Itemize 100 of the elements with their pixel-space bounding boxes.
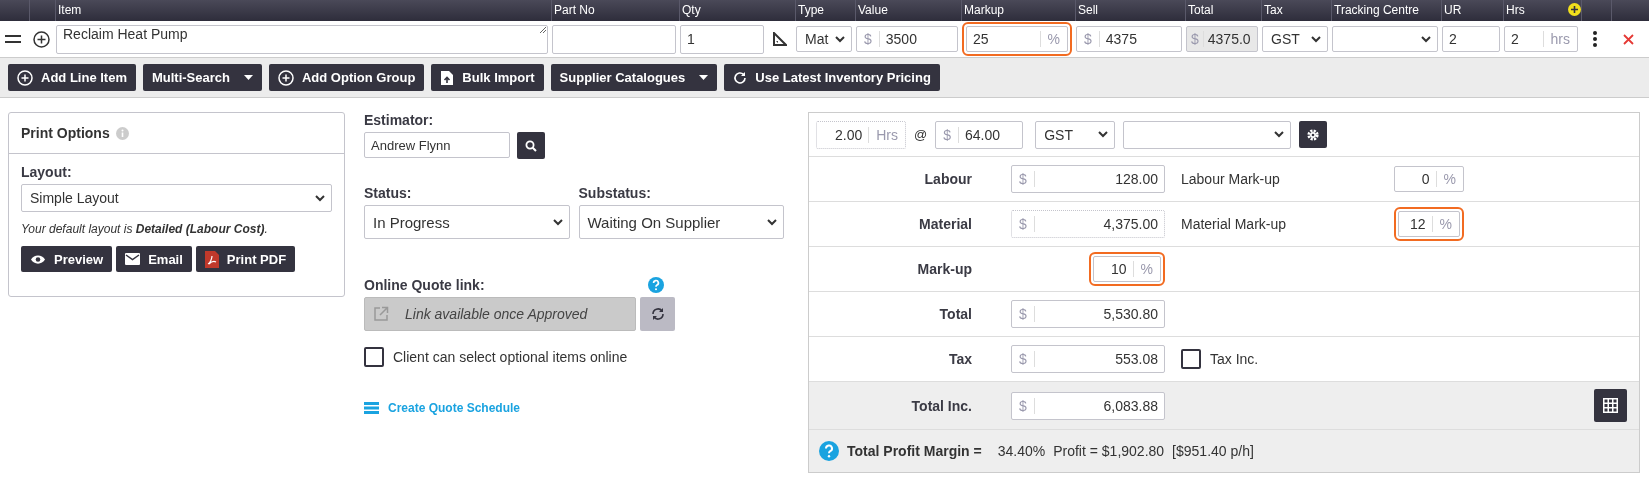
chevron-down-icon [1421,35,1431,43]
field-label: Status: [364,185,413,201]
column-header: Value [858,3,888,17]
chevron-down-icon [1098,131,1109,138]
print-action-button[interactable]: Preview [21,246,113,272]
column-header: Tracking Centre [1334,3,1419,17]
toolbar-button[interactable]: Add Option Group [268,64,425,91]
close-icon[interactable] [1623,33,1634,45]
search-button[interactable] [517,132,545,159]
input-field[interactable]: 0 % [1394,166,1464,192]
refresh-icon [733,70,748,85]
column-header: Hrs [1506,3,1525,17]
chevron-down-icon [1274,131,1285,138]
help-icon[interactable] [648,277,664,293]
column-header: Qty [682,3,701,17]
profit-per-hour: [$951.40 p/h] [1172,443,1254,459]
input-field[interactable]: 1 [680,24,764,54]
help-icon[interactable] [819,441,839,461]
calculator-button[interactable] [1594,389,1627,422]
column-header: Tax [1264,3,1283,17]
row-label: Material [918,216,973,232]
more-options-icon[interactable] [1593,31,1597,47]
toolbar-button[interactable]: Multi-Search [142,64,262,91]
chevron-down-icon [1311,35,1321,43]
input-field[interactable]: $ 64.00 [935,120,1024,149]
plus-circle-icon [17,69,33,86]
column-header: UR [1444,3,1462,17]
row-label: Total Inc. [910,397,973,414]
input-field[interactable]: 2.00 Hrs [816,120,906,149]
row-label: Mark-up [916,261,973,277]
print-action-button[interactable]: Email [116,246,192,272]
field-label: Online Quote link: [364,277,485,293]
input-field[interactable]: $ 3500 [856,26,958,52]
input-field[interactable]: $ 6,083.88 [1011,391,1165,420]
add-column-icon[interactable] [1568,3,1581,16]
tax-dropdown[interactable]: GST [1035,120,1116,149]
dropdown[interactable]: GST [1262,26,1328,52]
input-field[interactable] [552,24,676,54]
input-field[interactable]: 25 % [966,26,1068,52]
row-label: Labour Mark-up [1180,171,1281,187]
input-field[interactable]: $ 128.00 [1011,165,1165,193]
toolbar-button[interactable]: Add Line Item [8,64,136,91]
column-header: Part No [554,3,595,17]
toolbar-button[interactable]: Use Latest Inventory Pricing [724,64,940,91]
input-field[interactable]: 12 % [1398,211,1460,237]
row-label: Material Mark-up [1180,216,1288,232]
profit-margin: 34.40% [997,443,1046,459]
layout-dropdown[interactable]: Simple Layout [21,184,332,212]
external-link-icon [373,306,389,322]
chevron-down-icon [315,194,325,202]
plus-circle-icon[interactable] [32,30,50,48]
status-dropdown[interactable]: In Progress [364,205,570,239]
input-field[interactable]: $ 553.08 [1011,345,1165,373]
checkbox-label: Client can select optional items online [393,349,628,365]
grid-icon [1603,398,1618,413]
settings-button[interactable] [1299,121,1328,148]
caret-icon [243,75,253,80]
schedule-icon [364,402,379,414]
summary-label: Total Profit Margin = [847,443,982,459]
drag-handle-icon[interactable] [5,35,21,43]
at-sign: @ [914,127,928,142]
input-field[interactable]: $ 5,530.80 [1011,300,1165,328]
resize-grip-icon [539,25,547,34]
link-field: Link available once Approved [364,297,636,331]
input-field[interactable]: 2 hrs [1504,26,1578,52]
toolbar-button[interactable]: Bulk Import [431,64,544,91]
print-action-button[interactable]: Print PDF [195,246,296,272]
checkbox[interactable] [1181,349,1201,369]
file-upload-icon [440,69,455,86]
refresh-icon [650,307,665,321]
column-header: Type [798,3,824,17]
row-label: Total [938,306,973,322]
input-field[interactable]: Andrew Flynn [364,132,510,158]
profit-amount: Profit = $1,902.80 [1053,443,1165,459]
substatus-dropdown[interactable]: Waiting On Supplier [578,205,784,239]
column-header: Markup [964,3,1004,17]
input-field[interactable]: 2 [1442,26,1500,52]
row-label: Tax [947,351,973,367]
search-icon [525,139,537,152]
column-header: Total [1188,3,1214,17]
column-header: Sell [1078,3,1098,17]
chevron-down-icon [552,218,563,226]
input-field[interactable]: $ 4375 [1076,26,1182,52]
card-title: Print Options [21,125,110,141]
column-header: Item [58,3,82,17]
refresh-button[interactable] [640,297,675,331]
caret-icon [699,75,709,80]
eye-icon [30,253,46,265]
checkbox-label: Tax Inc. [1210,351,1259,367]
toolbar-button[interactable]: Supplier Catalogues [550,64,718,91]
input-field[interactable]: $ 4,375.00 [1011,210,1165,238]
envelope-icon [125,253,141,265]
input-field[interactable]: 10 % [1093,256,1161,282]
checkbox[interactable] [364,347,384,367]
chevron-down-icon [835,35,845,43]
row-label: Labour [923,171,973,187]
dropdown[interactable]: Mat [796,26,852,52]
pdf-file-icon [204,250,219,268]
input-field[interactable]: Reclaim Heat Pump [56,24,548,54]
chevron-down-icon [767,218,777,226]
